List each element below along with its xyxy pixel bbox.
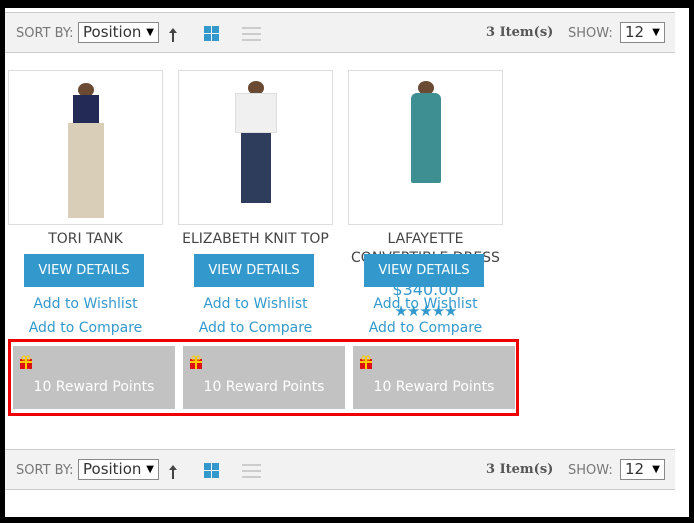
chevron-down-icon: ▼ — [652, 27, 660, 38]
sort-select[interactable]: Position ▼ — [78, 459, 159, 480]
chevron-down-icon: ▼ — [652, 464, 660, 475]
toolbar-bottom: SORT BY: Position ▼ 3 Item(s) SHOW: 12 ▼ — [5, 449, 675, 490]
show-select[interactable]: 12 ▼ — [620, 459, 665, 480]
grid-view-icon[interactable] — [204, 463, 219, 478]
show-select[interactable]: 12 ▼ — [620, 22, 665, 43]
gift-icon — [190, 355, 202, 369]
product-image[interactable] — [348, 70, 503, 225]
gift-icon — [360, 355, 372, 369]
show-label: SHOW: — [568, 26, 613, 41]
sort-value: Position — [83, 23, 142, 41]
reward-points-highlight: 10 Reward Points 10 Reward Points 10 Rew… — [8, 339, 519, 416]
grid-view-icon[interactable] — [204, 26, 219, 41]
view-details-button[interactable]: VIEW DETAILS — [24, 254, 144, 287]
figure-dress — [410, 93, 441, 183]
figure-jeans — [240, 133, 271, 203]
chevron-down-icon: ▼ — [146, 27, 154, 38]
arrow-up-icon[interactable] — [169, 28, 177, 42]
add-to-wishlist-link[interactable]: Add to Wishlist — [8, 296, 163, 312]
product-card: TORI TANK VIEW DETAILS Add to Wishlist A… — [8, 70, 163, 336]
add-to-compare-link[interactable]: Add to Compare — [178, 320, 333, 336]
sort-value: Position — [83, 460, 142, 478]
reward-points-box: 10 Reward Points — [13, 346, 175, 409]
category-page: SORT BY: Position ▼ 3 Item(s) SHOW: 12 ▼ T… — [5, 8, 689, 517]
sort-label: SORT BY: — [16, 463, 74, 478]
item-count: 3 Item(s) — [486, 462, 554, 477]
figure-top — [234, 93, 277, 133]
product-image[interactable] — [178, 70, 333, 225]
show-label: SHOW: — [568, 463, 613, 478]
reward-points-box: 10 Reward Points — [353, 346, 515, 409]
add-to-compare-link[interactable]: Add to Compare — [348, 320, 503, 336]
product-card: ELIZABETH KNIT TOP VIEW DETAILS Add to W… — [178, 70, 333, 336]
figure-top — [72, 95, 99, 123]
item-count: 3 Item(s) — [486, 25, 554, 40]
sort-select[interactable]: Position ▼ — [78, 22, 159, 43]
rating-stars: ★★★★★ — [394, 302, 457, 320]
sort-label: SORT BY: — [16, 26, 74, 41]
list-view-icon[interactable] — [242, 464, 261, 478]
product-name[interactable]: ELIZABETH KNIT TOP — [178, 230, 333, 249]
show-value: 12 — [625, 23, 645, 41]
list-view-icon[interactable] — [242, 27, 261, 41]
gift-icon — [20, 355, 32, 369]
chevron-down-icon: ▼ — [146, 464, 154, 475]
arrow-up-icon[interactable] — [169, 465, 177, 479]
add-to-compare-link[interactable]: Add to Compare — [8, 320, 163, 336]
toolbar-top: SORT BY: Position ▼ 3 Item(s) SHOW: 12 ▼ — [5, 12, 675, 53]
reward-points-box: 10 Reward Points — [183, 346, 345, 409]
view-details-button[interactable]: VIEW DETAILS — [364, 254, 484, 287]
show-value: 12 — [625, 460, 645, 478]
reward-points-text: 10 Reward Points — [373, 379, 495, 395]
product-name[interactable]: TORI TANK — [8, 230, 163, 249]
product-card: LAFAYETTE CONVERTIBLE DRESS $340.00 VIEW… — [348, 70, 503, 336]
figure-pants — [67, 123, 104, 218]
reward-points-text: 10 Reward Points — [203, 379, 325, 395]
add-to-wishlist-link[interactable]: Add to Wishlist — [178, 296, 333, 312]
view-details-button[interactable]: VIEW DETAILS — [194, 254, 314, 287]
reward-points-text: 10 Reward Points — [33, 379, 155, 395]
product-image[interactable] — [8, 70, 163, 225]
